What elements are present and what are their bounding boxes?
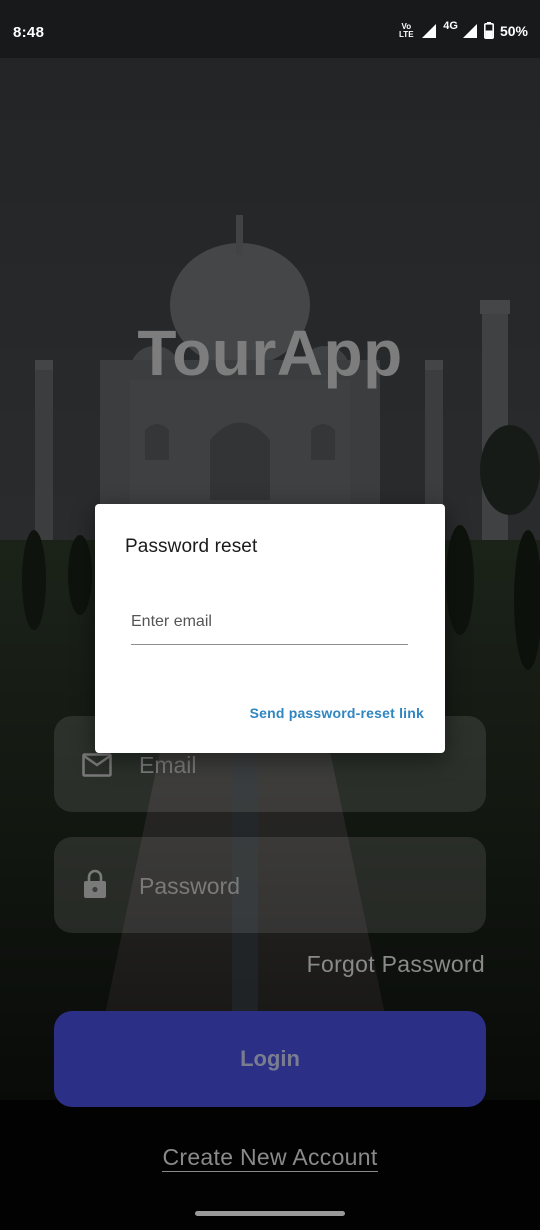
network-type: 4G [443,19,458,32]
status-bar: 8:48 Vo LTE 4G 50% [0,0,540,58]
reset-email-input[interactable] [131,600,408,645]
send-reset-link-button[interactable]: Send password-reset link [250,705,424,721]
email-placeholder: Email [139,752,197,778]
password-reset-dialog: Password reset Send password-reset link [95,504,445,753]
login-screen: 8:48 Vo LTE 4G 50% TourApp Email Passwor… [0,0,540,1230]
create-account-row: Create New Account [0,1144,540,1172]
gesture-nav-handle[interactable] [195,1211,345,1216]
status-time: 8:48 [13,24,45,41]
forgot-password-link[interactable]: Forgot Password [307,951,485,978]
dialog-title: Password reset [125,536,258,557]
mail-icon [82,753,112,777]
signal-icon [462,23,477,38]
status-icons: Vo LTE 4G 50% [397,19,528,39]
password-field[interactable]: Password [54,837,486,933]
battery-percent: 50% [499,22,528,39]
password-placeholder: Password [139,873,240,899]
battery-icon [483,22,494,39]
lock-icon [84,869,106,898]
volte-indicator: Vo LTE [399,21,414,39]
create-account-link[interactable]: Create New Account [162,1144,378,1172]
signal-icon [422,23,437,38]
app-title: TourApp [137,317,403,389]
login-button[interactable]: Login [54,1011,486,1107]
